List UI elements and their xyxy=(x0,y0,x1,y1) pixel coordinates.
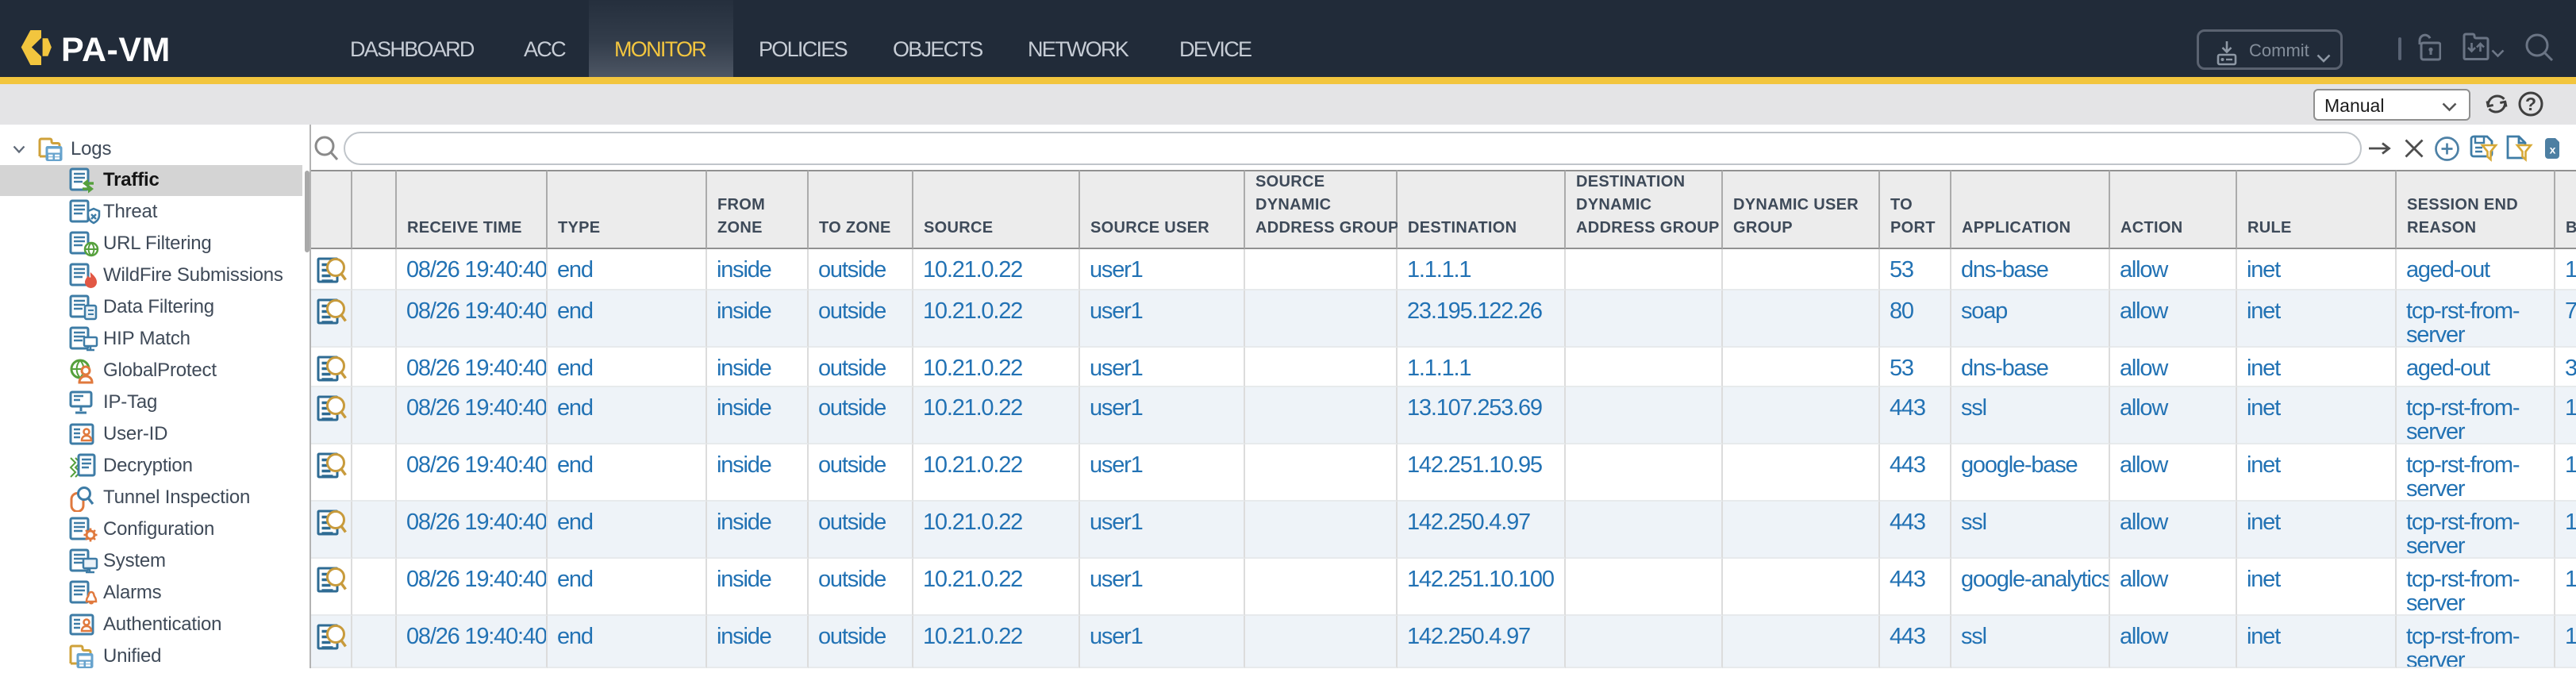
svg-text:?: ? xyxy=(2525,94,2536,114)
svg-text:x: x xyxy=(2550,144,2556,156)
